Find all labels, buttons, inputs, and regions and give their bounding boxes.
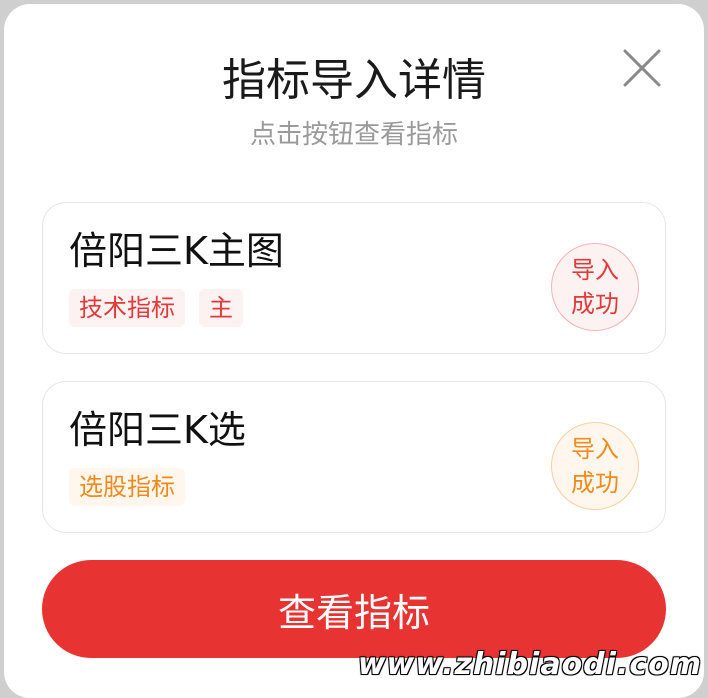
import-success-badge: 导入 成功 (551, 422, 639, 510)
status-line-2: 成功 (571, 469, 619, 497)
dialog-title: 指标导入详情 (222, 55, 486, 106)
indicator-tags: 技术指标 主 (69, 289, 243, 327)
indicator-name: 倍阳三K选 (69, 408, 246, 452)
status-line-1: 导入 (571, 256, 619, 284)
status-line-2: 成功 (571, 290, 619, 318)
import-success-badge: 导入 成功 (551, 243, 639, 331)
indicator-card[interactable]: 倍阳三K主图 技术指标 主 导入 成功 (42, 202, 666, 354)
close-button[interactable] (622, 48, 662, 88)
indicator-card[interactable]: 倍阳三K选 选股指标 导入 成功 (42, 381, 666, 533)
status-line-1: 导入 (571, 435, 619, 463)
view-indicators-button[interactable]: 查看指标 (42, 560, 666, 658)
indicator-import-dialog: 指标导入详情 点击按钮查看指标 倍阳三K主图 技术指标 主 导入 成功 倍阳三K… (4, 4, 704, 698)
indicator-name: 倍阳三K主图 (69, 229, 284, 273)
site-watermark: www.zhibiaodi.com (357, 647, 702, 682)
indicator-tags: 选股指标 (69, 468, 185, 506)
tag-main: 主 (199, 289, 243, 327)
tag-technical-indicator: 技术指标 (69, 289, 185, 327)
close-icon (623, 49, 661, 87)
dialog-subtitle: 点击按钮查看指标 (249, 120, 458, 150)
tag-stock-selection-indicator: 选股指标 (69, 468, 185, 506)
